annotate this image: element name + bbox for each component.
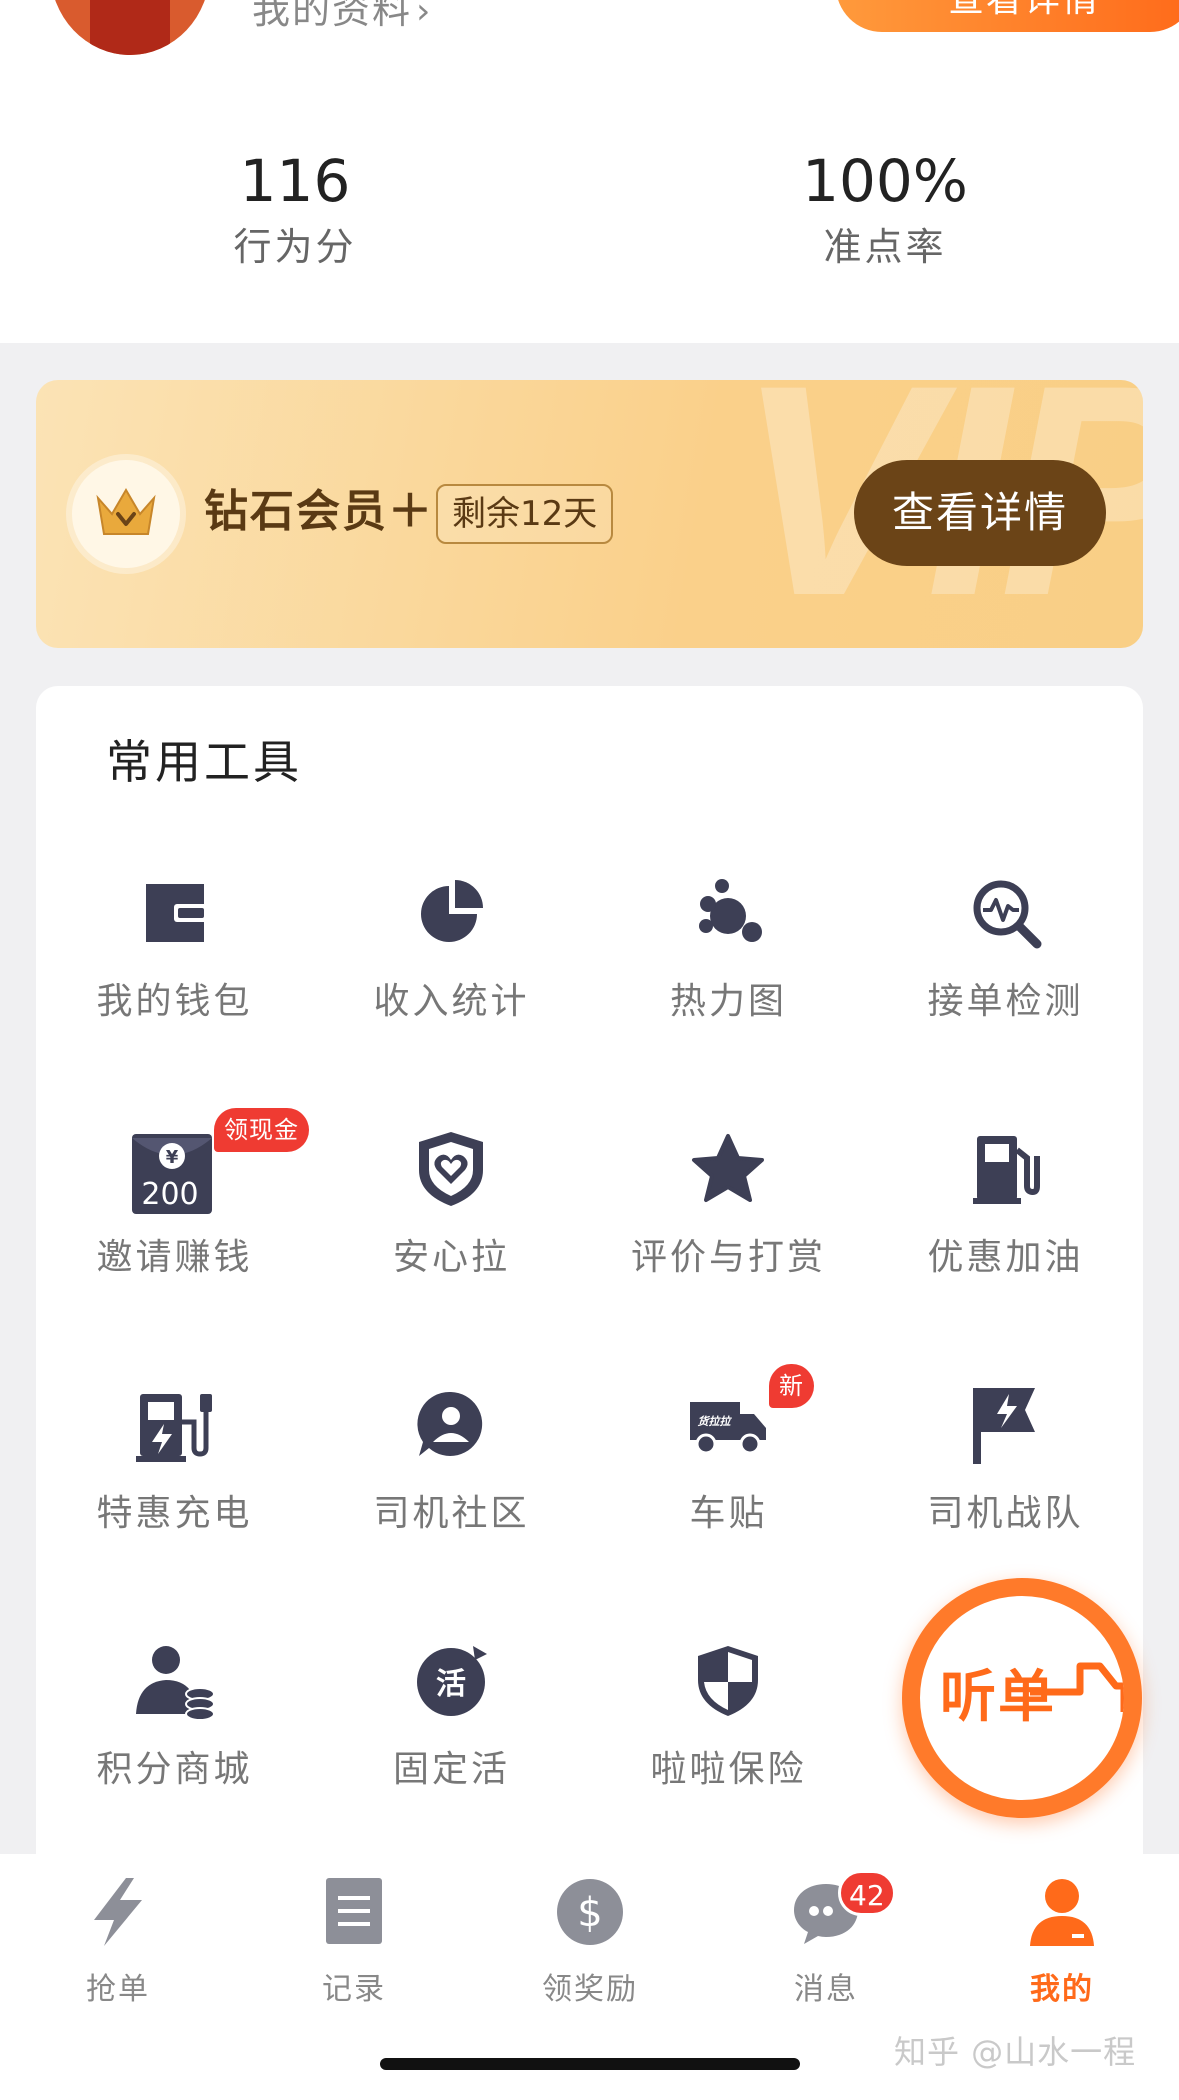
dollar-icon: $	[554, 1876, 626, 1948]
tool-points-mall[interactable]: 积分商城	[36, 1638, 313, 1868]
pie-chart-icon	[409, 870, 493, 954]
tool-income-stats[interactable]: 收入统计	[313, 870, 590, 1100]
tab-messages[interactable]: 42 消息	[708, 1870, 944, 2016]
truck-icon: 货拉拉	[686, 1382, 770, 1466]
behavior-score-label: 行为分	[233, 225, 357, 269]
tool-driver-team[interactable]: 司机战队	[867, 1382, 1144, 1612]
punctuality-label: 准点率	[823, 225, 947, 269]
cash-badge: 领现金	[214, 1108, 309, 1152]
profile-header: 我的资料› 查看详情 116 行为分 100% 准点率	[0, 0, 1179, 343]
tool-label: 评价与打赏	[630, 1237, 826, 1278]
tool-invite[interactable]: ¥200 领现金 邀请赚钱	[36, 1108, 313, 1356]
tool-label: 邀请赚钱	[96, 1237, 253, 1278]
behavior-score-stat[interactable]: 116 行为分	[115, 148, 475, 272]
tool-rating-tip[interactable]: 评价与打赏	[590, 1126, 867, 1356]
tab-records[interactable]: 记录	[236, 1876, 472, 2016]
flag-icon	[963, 1382, 1047, 1466]
wallet-icon	[132, 870, 216, 954]
search-pulse-icon	[963, 870, 1047, 954]
tool-label: 特惠充电	[96, 1493, 253, 1534]
tool-fixed-job[interactable]: 活 固定活	[313, 1638, 590, 1868]
tool-ev-charging[interactable]: 特惠充电	[36, 1382, 313, 1612]
vip-details-button[interactable]: 查看详情	[854, 460, 1106, 566]
tool-label: 车贴	[689, 1493, 768, 1534]
tab-label: 领奖励	[542, 1972, 638, 2007]
tab-label: 抢单	[86, 1972, 150, 2007]
tool-driver-community[interactable]: 新消息 司机社区	[313, 1364, 814, 1612]
charging-station-icon	[132, 1382, 216, 1466]
tab-me[interactable]: 我的	[944, 1876, 1179, 2016]
tool-label: 收入统计	[373, 981, 530, 1022]
tool-order-check[interactable]: 接单检测	[867, 870, 1144, 1100]
my-profile-label: 我的资料	[252, 0, 413, 32]
tool-label: 固定活	[392, 1749, 510, 1790]
person-coins-icon	[132, 1638, 216, 1722]
view-details-pill-label: 查看详情	[948, 0, 1100, 20]
lightning-icon	[82, 1876, 154, 1948]
tab-rewards[interactable]: $ 领奖励	[472, 1876, 708, 2016]
home-indicator[interactable]	[380, 2058, 800, 2070]
insurance-shield-icon	[686, 1638, 770, 1722]
tool-label: 我的钱包	[96, 981, 253, 1022]
chevron-right-icon: ›	[416, 0, 433, 32]
tab-label: 记录	[322, 1972, 386, 2007]
heatmap-icon	[686, 870, 770, 954]
star-icon	[686, 1126, 770, 1210]
vip-title: 钻石会员＋	[204, 486, 434, 537]
tool-label: 啦啦保险	[650, 1749, 807, 1790]
fixed-job-icon: 活	[409, 1638, 493, 1722]
tool-car-sticker[interactable]: 货拉拉 车贴	[590, 1382, 867, 1612]
svg-text:200: 200	[141, 1177, 198, 1212]
tool-label: 积分商城	[96, 1749, 253, 1790]
tool-label: 司机社区	[373, 1493, 530, 1534]
common-tools-title: 常用工具	[106, 735, 302, 789]
behavior-score-value: 116	[239, 147, 351, 215]
vip-days-remaining: 剩余12天	[436, 484, 614, 544]
community-icon	[409, 1382, 493, 1466]
fuel-pump-icon	[963, 1126, 1047, 1210]
tool-label: 接单检测	[927, 981, 1084, 1022]
tab-grab-order[interactable]: 抢单	[0, 1876, 236, 2016]
tool-peace-of-mind[interactable]: 安心拉	[313, 1126, 590, 1356]
source-watermark: 知乎 @山水一程	[894, 2033, 1137, 2071]
message-count-badge: 42	[838, 1870, 896, 1916]
tool-label: 热力图	[669, 981, 787, 1022]
svg-text:$: $	[577, 1890, 602, 1936]
vip-banner[interactable]: VIP 钻石会员＋ 剩余12天 查看详情	[36, 380, 1143, 648]
svg-text:¥: ¥	[166, 1147, 179, 1168]
view-details-pill[interactable]: 查看详情	[836, 0, 1179, 32]
tool-label: 安心拉	[392, 1237, 510, 1278]
my-profile-link[interactable]: 我的资料 ›	[252, 0, 432, 36]
svg-text:货拉拉: 货拉拉	[698, 1415, 733, 1428]
person-icon	[1026, 1876, 1098, 1948]
tab-label: 我的	[1030, 1972, 1094, 2007]
punctuality-value: 100%	[802, 147, 968, 215]
tool-label: 司机战队	[927, 1493, 1084, 1534]
tool-wallet[interactable]: 我的钱包	[36, 870, 313, 1100]
avatar[interactable]	[50, 0, 210, 55]
tool-lala-insurance[interactable]: 啦啦保险	[590, 1638, 867, 1868]
crown-icon	[72, 460, 180, 568]
listen-orders-button[interactable]: 听单	[902, 1578, 1142, 1818]
tab-label: 消息	[794, 1972, 858, 2007]
list-icon	[318, 1876, 390, 1948]
punctuality-stat[interactable]: 100% 准点率	[705, 148, 1065, 272]
truck-outline-icon	[1030, 1662, 1124, 1712]
svg-text:活: 活	[436, 1667, 466, 1702]
tool-heatmap[interactable]: 热力图	[590, 870, 867, 1100]
tool-fuel-discount[interactable]: 优惠加油	[867, 1126, 1144, 1356]
red-envelope-icon: ¥200	[128, 1126, 218, 1214]
shield-heart-icon	[409, 1126, 493, 1210]
tool-label: 优惠加油	[927, 1237, 1084, 1278]
